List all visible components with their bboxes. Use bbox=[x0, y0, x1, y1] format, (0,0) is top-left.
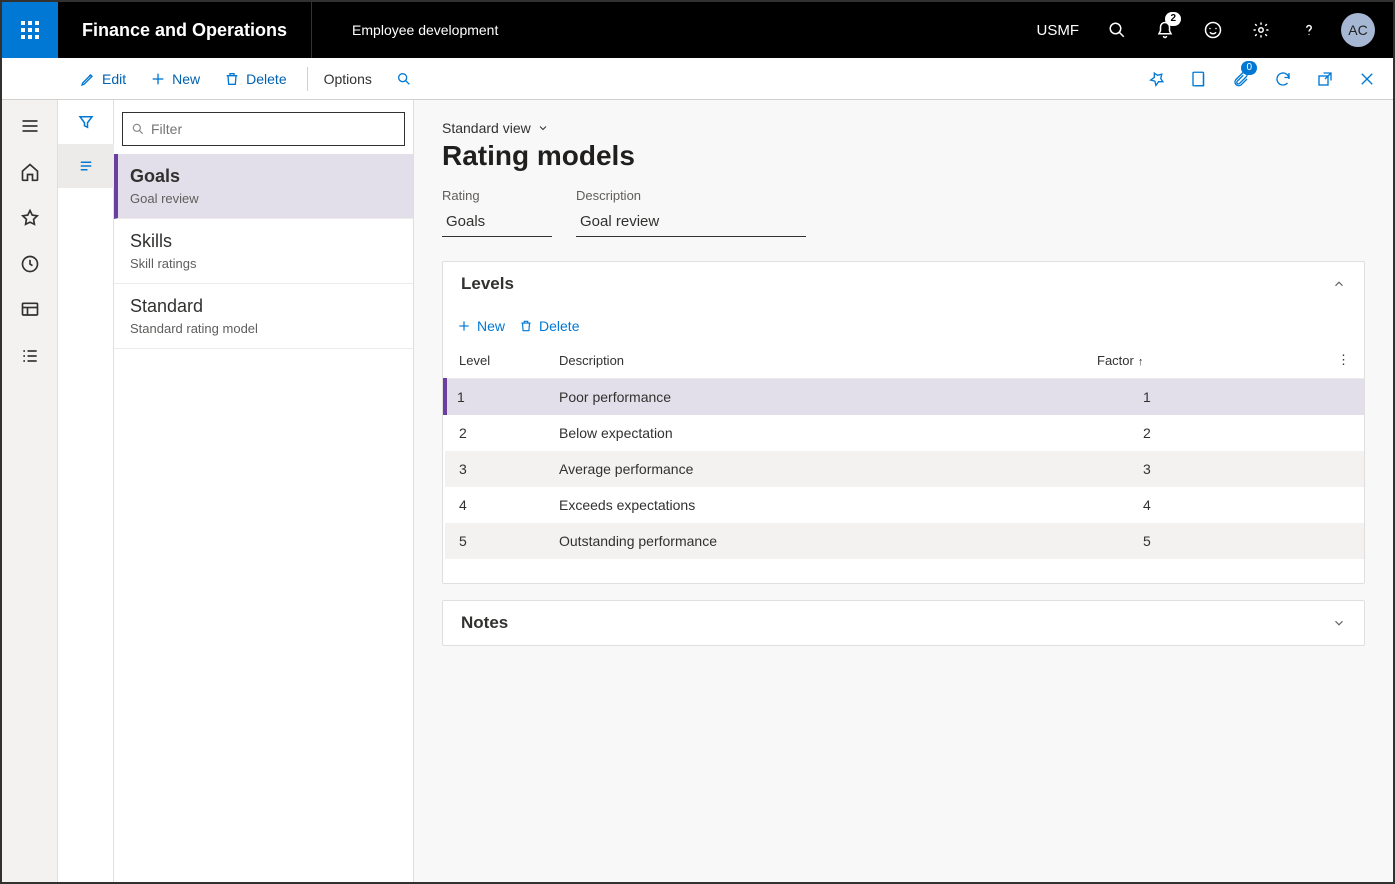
new-button[interactable]: New bbox=[142, 67, 208, 91]
col-description[interactable]: Description bbox=[545, 342, 1083, 379]
page-title: Rating models bbox=[442, 140, 1365, 172]
main-content: Standard view Rating models Rating Goals… bbox=[414, 100, 1393, 882]
options-button[interactable]: Options bbox=[307, 67, 380, 91]
cell-desc: Exceeds expectations bbox=[545, 487, 1083, 523]
cell-desc: Outstanding performance bbox=[545, 523, 1083, 559]
grid-new-label: New bbox=[477, 318, 505, 334]
hamburger-icon[interactable] bbox=[2, 104, 58, 148]
cell-factor: 2 bbox=[1083, 415, 1323, 451]
levels-card: Levels New Delete bbox=[442, 261, 1365, 584]
new-label: New bbox=[172, 71, 200, 87]
sort-asc-icon: ↑ bbox=[1138, 356, 1144, 368]
levels-title: Levels bbox=[461, 274, 514, 294]
rating-label: Rating bbox=[442, 188, 552, 203]
notifications-icon[interactable]: 2 bbox=[1143, 2, 1187, 58]
search-icon[interactable] bbox=[1095, 2, 1139, 58]
chevron-down-icon bbox=[1332, 616, 1346, 630]
col-level[interactable]: Level bbox=[445, 342, 545, 379]
levels-header[interactable]: Levels bbox=[443, 262, 1364, 306]
list-item-sub: Goal review bbox=[130, 191, 397, 206]
col-factor[interactable]: Factor↑ bbox=[1083, 342, 1323, 379]
table-row[interactable]: 1Poor performance1 bbox=[445, 379, 1364, 416]
table-row[interactable]: 4Exceeds expectations4 bbox=[445, 487, 1364, 523]
cell-factor: 3 bbox=[1083, 451, 1323, 487]
chevron-down-icon bbox=[537, 122, 549, 134]
cell-level: 3 bbox=[445, 451, 545, 487]
list-item-sub: Standard rating model bbox=[130, 321, 397, 336]
popout-icon[interactable] bbox=[1307, 61, 1343, 97]
attachments-icon[interactable]: 0 bbox=[1223, 61, 1259, 97]
notes-card: Notes bbox=[442, 600, 1365, 646]
close-icon[interactable] bbox=[1349, 61, 1385, 97]
notifications-badge: 2 bbox=[1165, 12, 1181, 26]
list-item[interactable]: Standard Standard rating model bbox=[114, 284, 413, 349]
list-item-title: Standard bbox=[130, 296, 397, 317]
filter-rail bbox=[58, 100, 114, 882]
list-item[interactable]: Skills Skill ratings bbox=[114, 219, 413, 284]
table-row[interactable]: 5Outstanding performance5 bbox=[445, 523, 1364, 559]
grid-new-button[interactable]: New bbox=[457, 318, 505, 334]
list-pane: Goals Goal review Skills Skill ratings Stand… bbox=[114, 100, 414, 882]
grid-delete-label: Delete bbox=[539, 318, 579, 334]
nav-rail bbox=[2, 100, 58, 882]
page-options-icon[interactable] bbox=[1181, 61, 1217, 97]
view-selector[interactable]: Standard view bbox=[442, 120, 1365, 136]
feedback-icon[interactable] bbox=[1191, 2, 1235, 58]
filter-input[interactable] bbox=[151, 121, 396, 137]
personalize-icon[interactable] bbox=[1139, 61, 1175, 97]
description-label: Description bbox=[576, 188, 806, 203]
cell-factor: 5 bbox=[1083, 523, 1323, 559]
levels-grid: Level Description Factor↑ ⋮ 1Poor perfor… bbox=[443, 342, 1364, 559]
home-icon[interactable] bbox=[2, 150, 58, 194]
cell-factor: 4 bbox=[1083, 487, 1323, 523]
table-row[interactable]: 2Below expectation2 bbox=[445, 415, 1364, 451]
grid-menu-icon[interactable]: ⋮ bbox=[1323, 342, 1364, 379]
description-field[interactable]: Goal review bbox=[576, 207, 806, 237]
edit-label: Edit bbox=[102, 71, 126, 87]
cell-level: 5 bbox=[445, 523, 545, 559]
delete-label: Delete bbox=[246, 71, 286, 87]
legal-entity[interactable]: USMF bbox=[1025, 22, 1092, 39]
breadcrumb: Employee development bbox=[312, 22, 1024, 38]
find-button[interactable] bbox=[388, 67, 420, 91]
delete-button[interactable]: Delete bbox=[216, 67, 294, 91]
cell-desc: Poor performance bbox=[545, 379, 1083, 416]
workspaces-icon[interactable] bbox=[2, 288, 58, 332]
favorites-icon[interactable] bbox=[2, 196, 58, 240]
list-pane-icon[interactable] bbox=[58, 144, 114, 188]
cell-level: 1 bbox=[445, 379, 545, 416]
edit-button[interactable]: Edit bbox=[72, 67, 134, 91]
cell-level: 4 bbox=[445, 487, 545, 523]
view-label: Standard view bbox=[442, 120, 531, 136]
modules-icon[interactable] bbox=[2, 334, 58, 378]
list-item-sub: Skill ratings bbox=[130, 256, 397, 271]
cell-level: 2 bbox=[445, 415, 545, 451]
notes-header[interactable]: Notes bbox=[443, 601, 1364, 645]
help-icon[interactable] bbox=[1287, 2, 1331, 58]
list-item[interactable]: Goals Goal review bbox=[114, 154, 413, 219]
app-launcher-button[interactable] bbox=[2, 2, 58, 58]
user-avatar[interactable]: AC bbox=[1341, 13, 1375, 47]
attachments-badge: 0 bbox=[1241, 61, 1257, 75]
chevron-up-icon bbox=[1332, 277, 1346, 291]
notes-title: Notes bbox=[461, 613, 508, 633]
table-row[interactable]: 3Average performance3 bbox=[445, 451, 1364, 487]
list-item-title: Skills bbox=[130, 231, 397, 252]
cell-factor: 1 bbox=[1083, 379, 1323, 416]
grid-delete-button[interactable]: Delete bbox=[519, 318, 579, 334]
cell-desc: Below expectation bbox=[545, 415, 1083, 451]
filter-box[interactable] bbox=[122, 112, 405, 146]
cell-desc: Average performance bbox=[545, 451, 1083, 487]
list-item-title: Goals bbox=[130, 166, 397, 187]
settings-icon[interactable] bbox=[1239, 2, 1283, 58]
app-title: Finance and Operations bbox=[58, 2, 312, 58]
refresh-icon[interactable] bbox=[1265, 61, 1301, 97]
rating-field[interactable]: Goals bbox=[442, 207, 552, 237]
options-label: Options bbox=[324, 71, 372, 87]
recent-icon[interactable] bbox=[2, 242, 58, 286]
filter-pane-icon[interactable] bbox=[58, 100, 114, 144]
